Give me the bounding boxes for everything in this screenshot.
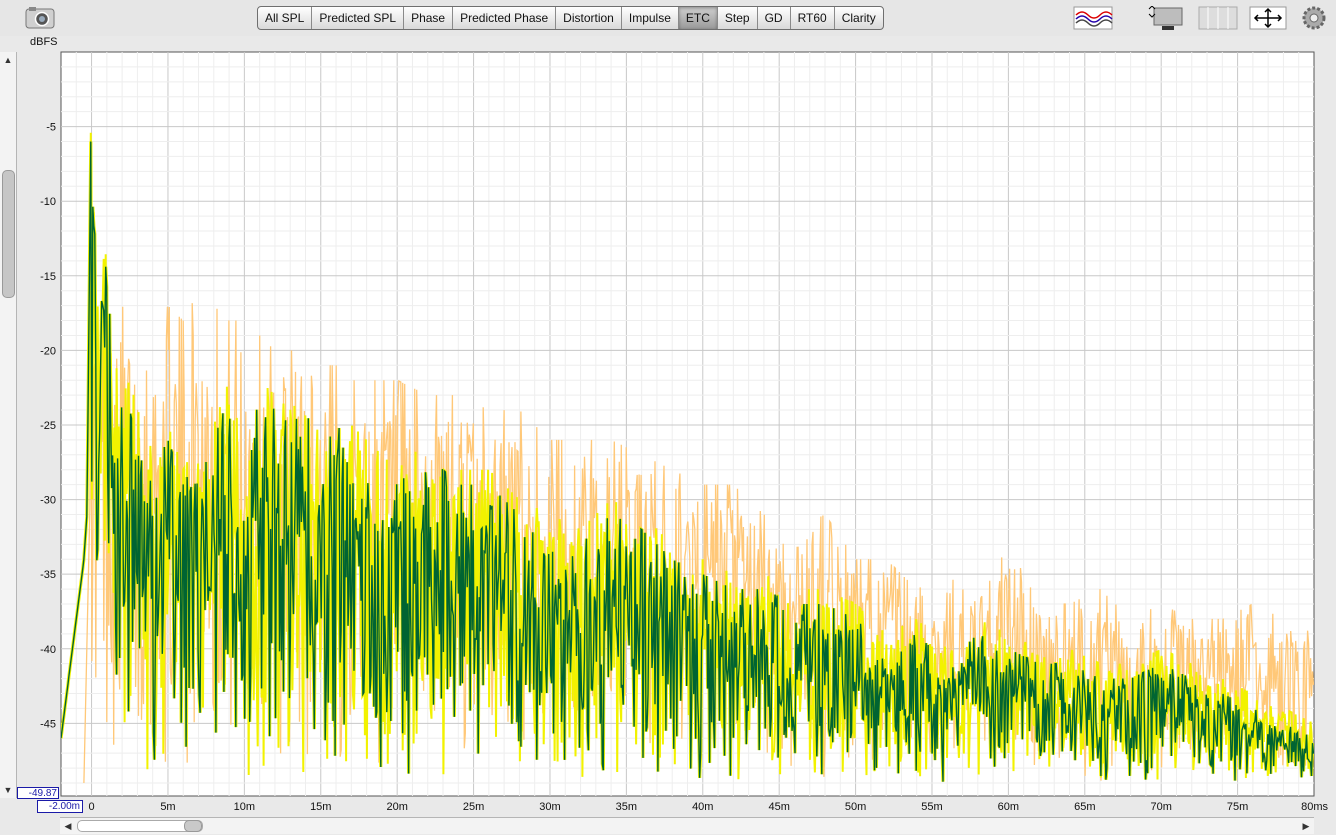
x-tick-label: 5m (160, 801, 175, 813)
x-tick-label: 15m (310, 801, 331, 813)
x-tick-label: 60m (998, 801, 1019, 813)
x-tick-label: 80ms (1301, 801, 1328, 813)
y-tick-label: -45 (40, 718, 56, 730)
x-tick-label: 0 (88, 801, 94, 813)
x-tick-label: 20m (386, 801, 407, 813)
scroll-right-icon[interactable]: ▶ (1298, 818, 1314, 834)
horizontal-scrollbar[interactable]: ◀ ▶ (60, 817, 1314, 834)
horizontal-scroll-handle[interactable] (184, 820, 202, 832)
y-tick-label: -35 (40, 569, 56, 581)
y-tick-label: -10 (40, 196, 56, 208)
scroll-left-icon[interactable]: ◀ (60, 818, 76, 834)
x-tick-label: 70m (1150, 801, 1171, 813)
x-tick-label: 40m (692, 801, 713, 813)
x-tick-label: 65m (1074, 801, 1095, 813)
x-tick-label: 75m (1227, 801, 1248, 813)
x-tick-label: 45m (768, 801, 789, 813)
y-tick-label: -25 (40, 420, 56, 432)
x-tick-label: 25m (463, 801, 484, 813)
x-tick-label: 10m (234, 801, 255, 813)
y-tick-label: -40 (40, 644, 56, 656)
x-tick-label: 30m (539, 801, 560, 813)
y-tick-label: -5 (46, 122, 56, 134)
y-tick-label: -15 (40, 271, 56, 283)
y-tick-label: -30 (40, 495, 56, 507)
etc-chart[interactable]: 0 5m 10m 15m 20m 25m 30m 35m 40m 45m 50m 55m 60m 65m 7… (0, 0, 1336, 835)
x-tick-label: 55m (921, 801, 942, 813)
x-tick-label: 35m (616, 801, 637, 813)
y-tick-label: -20 (40, 345, 56, 357)
x-tick-label: 50m (845, 801, 866, 813)
